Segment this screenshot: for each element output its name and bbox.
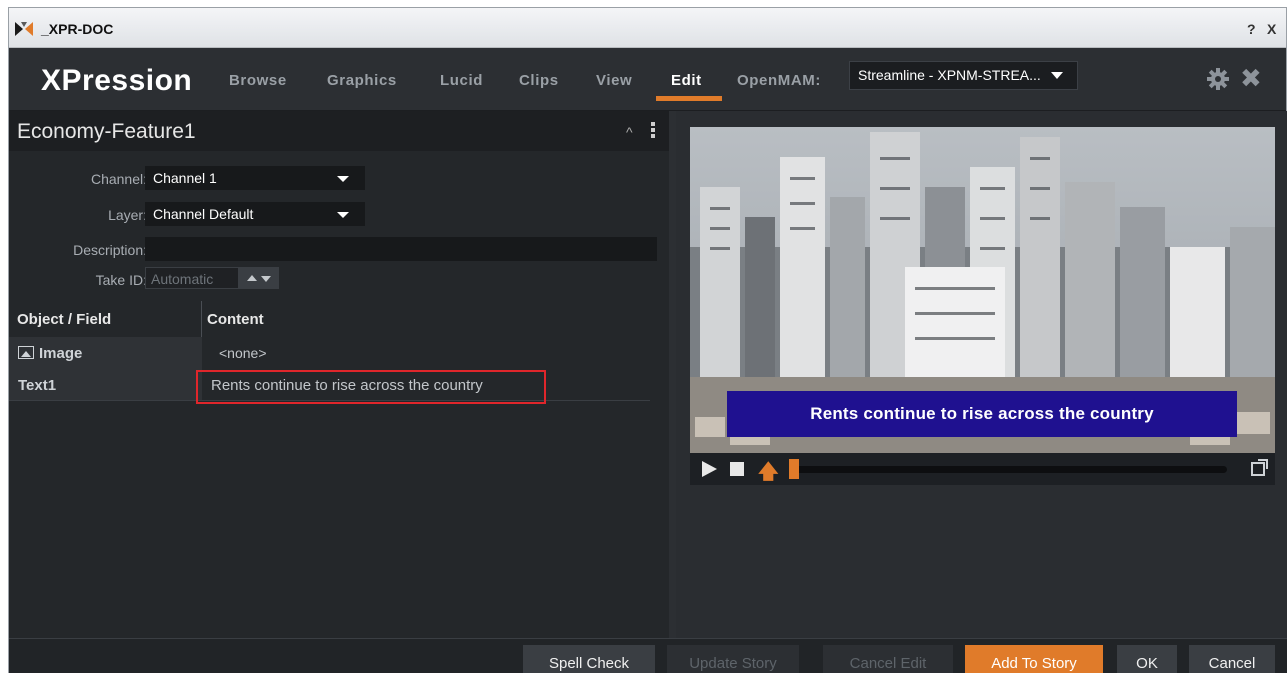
window-close-button[interactable]: X <box>1267 21 1276 37</box>
active-tab-indicator <box>656 96 722 101</box>
stop-icon[interactable] <box>730 462 744 476</box>
description-field[interactable] <box>145 237 657 261</box>
preview-image: Rents continue to rise across the countr… <box>690 127 1275 453</box>
ok-button[interactable]: OK <box>1117 645 1177 673</box>
channel-row: Channel: Channel 1 <box>9 166 669 190</box>
image-icon <box>18 346 34 359</box>
grid-header: Object / Field Content <box>9 301 669 337</box>
popout-icon[interactable] <box>1251 459 1268 476</box>
stepper-down-icon[interactable] <box>261 276 271 282</box>
field-name: Image <box>39 345 83 362</box>
cancel-edit-button[interactable]: Cancel Edit <box>823 645 953 673</box>
lower-third-graphic: Rents continue to rise across the countr… <box>727 391 1237 437</box>
window-title: _XPR-DOC <box>41 21 114 37</box>
tab-view[interactable]: View <box>596 72 632 89</box>
chevron-down-icon <box>337 212 349 218</box>
stream-select-value: Streamline - XPNM-STREA... <box>858 67 1041 83</box>
spell-check-button[interactable]: Spell Check <box>523 645 655 673</box>
layer-dropdown[interactable]: Channel Default <box>145 202 365 226</box>
scrub-handle[interactable] <box>789 459 799 479</box>
divider <box>201 301 202 337</box>
transport-bar: 🡅 <box>690 453 1275 485</box>
field-name-cell: Image <box>9 337 202 369</box>
tab-edit[interactable]: Edit <box>671 72 702 89</box>
openmam-label: OpenMAM: <box>737 72 821 89</box>
tab-browse[interactable]: Browse <box>229 72 287 89</box>
chevron-down-icon <box>337 176 349 182</box>
add-to-story-button[interactable]: Add To Story <box>965 645 1103 673</box>
help-button[interactable]: ? <box>1247 21 1256 37</box>
more-menu-icon[interactable] <box>651 122 655 138</box>
description-label: Description: <box>73 242 147 258</box>
app-icon <box>15 22 33 36</box>
column-header-field: Object / Field <box>17 311 112 328</box>
cancel-button[interactable]: Cancel <box>1189 645 1275 673</box>
arrow-up-icon[interactable]: 🡅 <box>758 457 779 491</box>
nav-bar: XPression Browse Graphics Lucid Clips Vi… <box>9 48 1286 111</box>
gear-icon[interactable] <box>1206 67 1230 91</box>
play-icon[interactable] <box>702 461 717 477</box>
collapse-icon[interactable]: ^ <box>626 124 633 140</box>
chevron-down-icon <box>1051 72 1063 79</box>
layer-value: Channel Default <box>153 206 254 222</box>
takeid-stepper[interactable] <box>239 267 279 289</box>
channel-dropdown[interactable]: Channel 1 <box>145 166 365 190</box>
preview-panel: Rents continue to rise across the countr… <box>676 111 1287 638</box>
takeid-label: Take ID: <box>95 272 147 288</box>
channel-value: Channel 1 <box>153 170 217 186</box>
close-icon[interactable]: ✖ <box>1240 65 1262 91</box>
footer-bar: Spell Check Update Story Cancel Edit Add… <box>9 638 1287 673</box>
content-cell[interactable]: <none> <box>202 337 650 369</box>
takeid-row: Take ID: Automatic <box>9 267 669 291</box>
title-bar: _XPR-DOC ? X <box>9 8 1286 48</box>
tab-clips[interactable]: Clips <box>519 72 559 89</box>
channel-label: Channel: <box>90 171 147 187</box>
update-story-button[interactable]: Update Story <box>667 645 799 673</box>
app-window: _XPR-DOC ? X XPression Browse Graphics L… <box>8 7 1287 673</box>
table-row[interactable]: Image <none> <box>9 337 650 369</box>
scrub-track[interactable] <box>791 466 1227 473</box>
tab-graphics[interactable]: Graphics <box>327 72 397 89</box>
stepper-up-icon[interactable] <box>247 275 257 281</box>
page-title: Economy-Feature1 <box>17 120 196 143</box>
layer-label: Layer: <box>108 207 147 223</box>
panel-header: Economy-Feature1 ^ <box>9 111 669 151</box>
highlight-box <box>196 370 546 404</box>
edit-panel: Economy-Feature1 ^ Channel: Channel 1 La… <box>9 111 669 638</box>
takeid-field[interactable]: Automatic <box>145 267 239 289</box>
openmam-stream-select[interactable]: Streamline - XPNM-STREA... <box>849 61 1078 90</box>
column-header-content: Content <box>207 311 264 328</box>
field-name-cell: Text1 <box>9 369 202 401</box>
layer-row: Layer: Channel Default <box>9 202 669 226</box>
tab-lucid[interactable]: Lucid <box>440 72 483 89</box>
app-logo: XPression <box>41 64 193 97</box>
description-row: Description: <box>9 237 669 261</box>
